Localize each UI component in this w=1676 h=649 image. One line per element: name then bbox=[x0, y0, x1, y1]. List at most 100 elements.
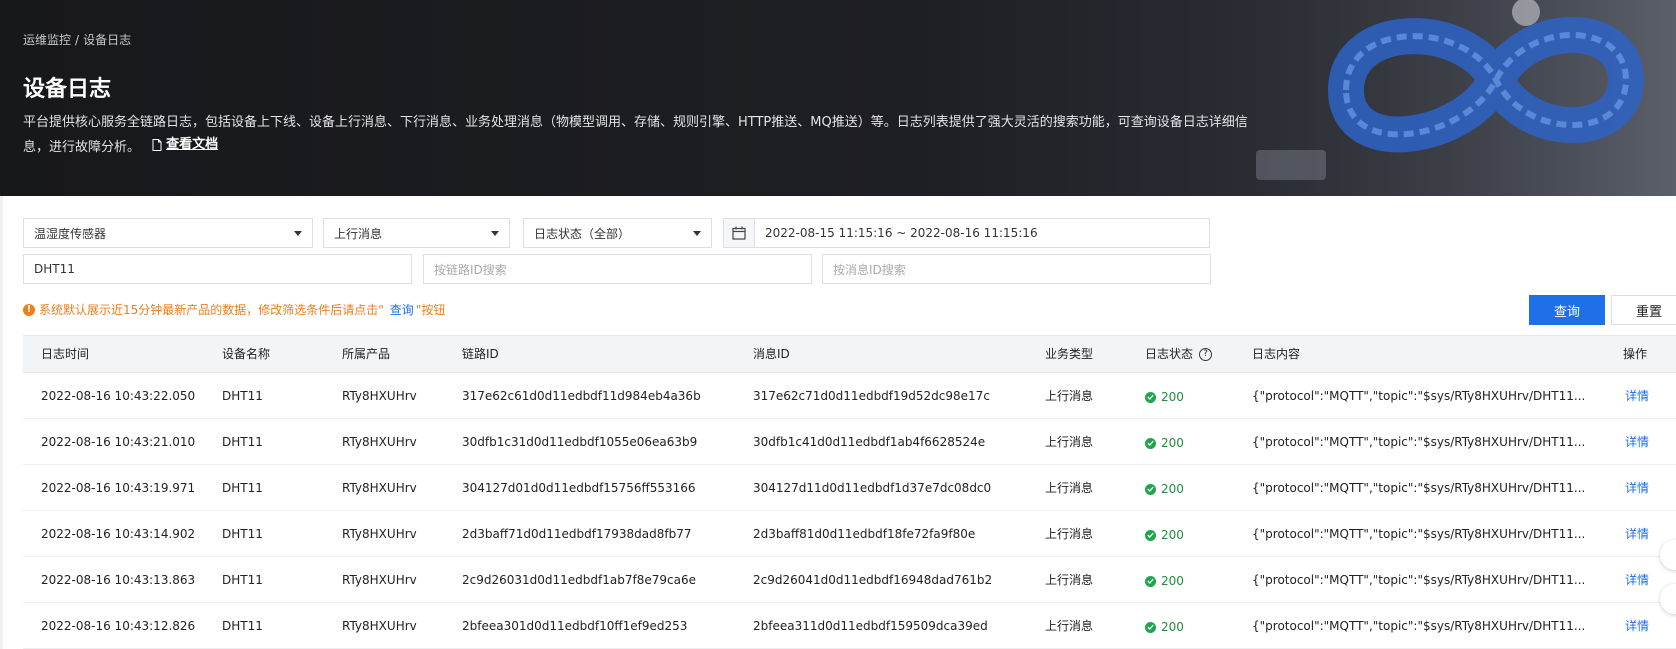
status-code: 200 bbox=[1161, 528, 1184, 542]
message-type-select[interactable]: 上行消息 bbox=[323, 218, 510, 248]
document-icon bbox=[152, 139, 162, 151]
col-header-product: 所属产品 bbox=[342, 347, 391, 361]
table-row: 2022-08-16 10:43:19.971 DHT11 RTy8HXUHrv 30… bbox=[23, 465, 1676, 511]
product-select[interactable]: 温湿度传感器 bbox=[23, 218, 313, 248]
cell-device: DHT11 bbox=[222, 435, 263, 449]
check-circle-icon bbox=[1145, 575, 1156, 587]
log-status-select[interactable]: 日志状态（全部） bbox=[523, 218, 712, 248]
cell-trace-id: 2d3baff71d0d11edbdf17938dad8fb77 bbox=[462, 527, 692, 541]
status-badge: 200 bbox=[1145, 604, 1184, 649]
table-header: 日志时间 设备名称 所属产品 链路ID 消息ID 业务类型 日志状态? 日志内容… bbox=[23, 336, 1676, 373]
detail-link[interactable]: 详情 bbox=[1625, 511, 1649, 557]
caret-down-icon bbox=[693, 231, 701, 236]
banner-illustration bbox=[1196, 0, 1676, 196]
check-circle-icon bbox=[1145, 621, 1156, 633]
col-header-message-id: 消息ID bbox=[753, 347, 790, 361]
cell-trace-id: 317e62c61d0d11edbdf11d984eb4a36b bbox=[462, 389, 701, 403]
breadcrumb: 运维监控 / 设备日志 bbox=[23, 31, 135, 48]
cell-time: 2022-08-16 10:43:14.902 bbox=[41, 527, 196, 541]
cell-product: RTy8HXUHrv bbox=[342, 389, 417, 403]
cell-content: {"protocol":"MQTT","topic":"$sys/RTy8HXU… bbox=[1252, 481, 1586, 495]
detail-link[interactable]: 详情 bbox=[1625, 419, 1649, 465]
cell-status: 200 bbox=[1145, 603, 1184, 649]
cell-content: {"protocol":"MQTT","topic":"$sys/RTy8HXU… bbox=[1252, 527, 1586, 541]
cell-product: RTy8HXUHrv bbox=[342, 619, 417, 633]
notice-suffix: "按钮 bbox=[415, 303, 446, 317]
date-range-value: 2022-08-15 11:15:16 ~ 2022-08-16 11:15:1… bbox=[765, 226, 1038, 240]
notice-text: 系统默认展示近15分钟最新产品的数据，修改筛选条件后请点击" bbox=[39, 303, 384, 317]
table-row: 2022-08-16 10:43:22.050 DHT11 RTy8HXUHrv 31… bbox=[23, 373, 1676, 419]
date-range-input[interactable]: 2022-08-15 11:15:16 ~ 2022-08-16 11:15:1… bbox=[754, 218, 1210, 248]
date-picker-icon-button[interactable] bbox=[723, 218, 755, 248]
page-banner: 运维监控 / 设备日志 设备日志 平台提供核心服务全链路日志，包括设备上下线、设备上… bbox=[0, 0, 1676, 196]
cell-product: RTy8HXUHrv bbox=[342, 435, 417, 449]
cell-device: DHT11 bbox=[222, 527, 263, 541]
breadcrumb-item-ops[interactable]: 运维监控 bbox=[23, 33, 71, 47]
log-table: 日志时间 设备名称 所属产品 链路ID 消息ID 业务类型 日志状态? 日志内容… bbox=[23, 335, 1676, 649]
cell-trace-id: 2bfeea301d0d11edbdf10ff1ef9ed253 bbox=[462, 619, 688, 633]
cell-device: DHT11 bbox=[222, 619, 263, 633]
cell-status: 200 bbox=[1145, 511, 1184, 557]
breadcrumb-separator: / bbox=[75, 33, 80, 47]
status-badge: 200 bbox=[1145, 420, 1184, 466]
cell-biz-type: 上行消息 bbox=[1045, 619, 1094, 633]
status-badge: 200 bbox=[1145, 512, 1184, 558]
message-id-placeholder: 按消息ID搜索 bbox=[833, 262, 906, 277]
status-code: 200 bbox=[1161, 390, 1184, 404]
trace-id-search-input[interactable]: 按链路ID搜索 bbox=[423, 254, 812, 284]
caret-down-icon bbox=[491, 231, 499, 236]
view-docs-label: 查看文档 bbox=[166, 137, 219, 152]
reset-button[interactable]: 重置 bbox=[1611, 295, 1676, 325]
cell-content: {"protocol":"MQTT","topic":"$sys/RTy8HXU… bbox=[1252, 389, 1586, 403]
col-header-biz-type: 业务类型 bbox=[1045, 347, 1094, 361]
detail-link[interactable]: 详情 bbox=[1625, 465, 1649, 511]
table-row: 2022-08-16 10:43:13.863 DHT11 RTy8HXUHrv 2c… bbox=[23, 557, 1676, 603]
cell-biz-type: 上行消息 bbox=[1045, 481, 1094, 495]
device-name-value: DHT11 bbox=[34, 262, 75, 276]
info-icon: ! bbox=[23, 303, 35, 316]
caret-down-icon bbox=[294, 231, 302, 236]
message-id-search-input[interactable]: 按消息ID搜索 bbox=[822, 254, 1211, 284]
check-circle-icon bbox=[1145, 391, 1156, 403]
cell-device: DHT11 bbox=[222, 389, 263, 403]
query-button[interactable]: 查询 bbox=[1529, 295, 1605, 325]
check-circle-icon bbox=[1145, 483, 1156, 495]
status-code: 200 bbox=[1161, 482, 1184, 496]
cell-biz-type: 上行消息 bbox=[1045, 527, 1094, 541]
cell-device: DHT11 bbox=[222, 573, 263, 587]
col-header-status-label: 日志状态 bbox=[1145, 347, 1194, 361]
cell-product: RTy8HXUHrv bbox=[342, 481, 417, 495]
cell-product: RTy8HXUHrv bbox=[342, 573, 417, 587]
product-select-value: 温湿度传感器 bbox=[34, 226, 107, 241]
detail-link[interactable]: 详情 bbox=[1625, 373, 1649, 419]
table-body: 2022-08-16 10:43:22.050 DHT11 RTy8HXUHrv 31… bbox=[23, 373, 1676, 649]
cell-time: 2022-08-16 10:43:22.050 bbox=[41, 389, 196, 403]
detail-link[interactable]: 详情 bbox=[1625, 557, 1649, 603]
cell-biz-type: 上行消息 bbox=[1045, 435, 1094, 449]
left-edge bbox=[0, 196, 3, 649]
status-badge: 200 bbox=[1145, 466, 1184, 512]
cell-device: DHT11 bbox=[222, 481, 263, 495]
status-code: 200 bbox=[1161, 436, 1184, 450]
notice-query-link[interactable]: 查询 bbox=[390, 301, 414, 318]
col-header-device: 设备名称 bbox=[222, 347, 271, 361]
message-type-select-value: 上行消息 bbox=[334, 226, 383, 241]
cell-status: 200 bbox=[1145, 419, 1184, 465]
cell-trace-id: 30dfb1c31d0d11edbdf1055e06ea63b9 bbox=[462, 435, 698, 449]
cell-message-id: 2bfeea311d0d11edbdf159509dca39ed bbox=[753, 619, 988, 633]
cell-message-id: 2d3baff81d0d11edbdf18fe72fa9f80e bbox=[753, 527, 976, 541]
view-docs-link[interactable]: 查看文档 bbox=[152, 134, 218, 156]
cell-status: 200 bbox=[1145, 373, 1184, 419]
cell-status: 200 bbox=[1145, 557, 1184, 603]
calendar-icon bbox=[732, 226, 746, 240]
help-icon[interactable]: ? bbox=[1199, 348, 1213, 361]
check-circle-icon bbox=[1145, 529, 1156, 541]
device-name-input[interactable]: DHT11 bbox=[23, 254, 412, 284]
col-header-trace-id: 链路ID bbox=[462, 347, 499, 361]
cell-content: {"protocol":"MQTT","topic":"$sys/RTy8HXU… bbox=[1252, 573, 1586, 587]
detail-link[interactable]: 详情 bbox=[1625, 603, 1649, 649]
cell-status: 200 bbox=[1145, 465, 1184, 511]
cell-biz-type: 上行消息 bbox=[1045, 389, 1094, 403]
page-title: 设备日志 bbox=[23, 77, 112, 102]
table-row: 2022-08-16 10:43:12.826 DHT11 RTy8HXUHrv 2b… bbox=[23, 603, 1676, 649]
